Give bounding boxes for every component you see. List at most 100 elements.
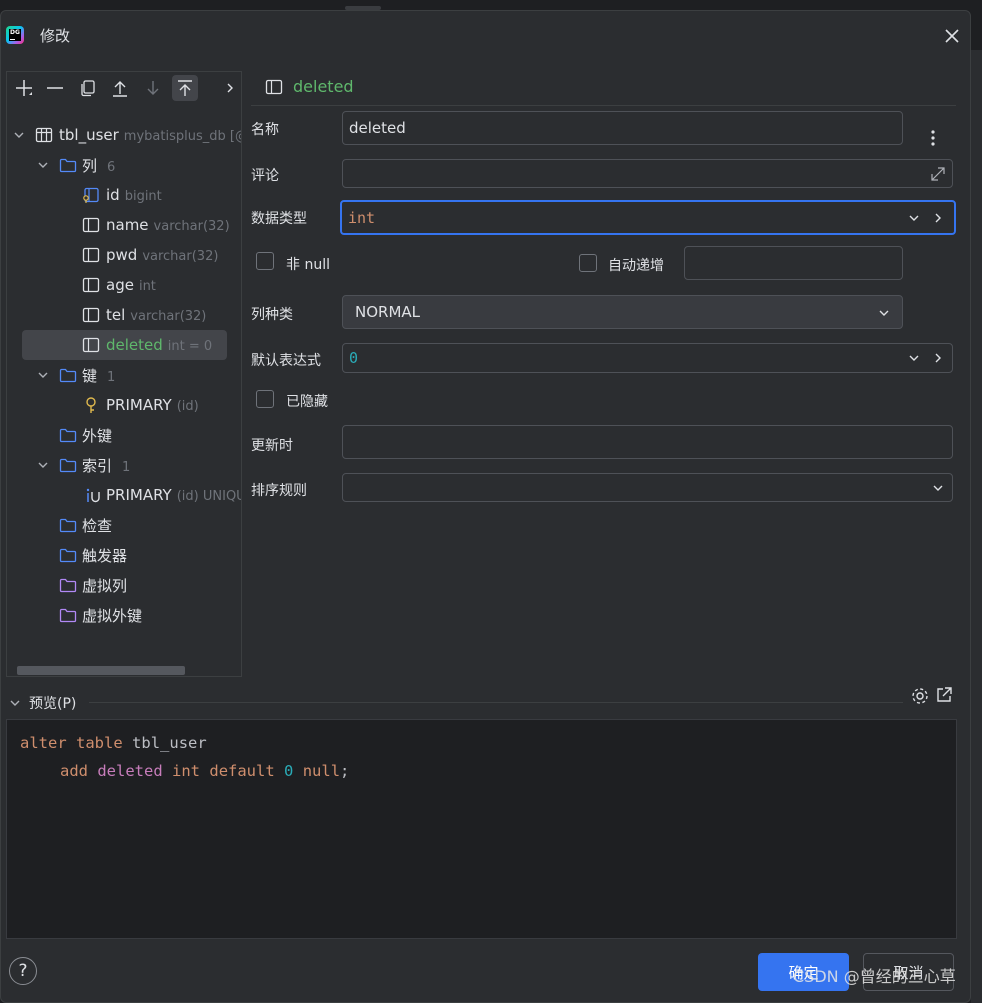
expand-icon[interactable] xyxy=(929,165,947,183)
column-icon xyxy=(82,307,100,323)
tree-item-indexes-folder[interactable]: 索引 1 xyxy=(7,450,241,480)
chevron-down-icon xyxy=(10,700,20,706)
tree-item-primary-index[interactable]: PRIMARY (id) UNIQU xyxy=(7,480,241,510)
not-null-checkbox[interactable] xyxy=(256,252,274,270)
move-top-button[interactable] xyxy=(172,75,198,101)
tree-item-virtual-columns-folder[interactable]: 虚拟列 xyxy=(7,570,241,600)
sql-keyword: default xyxy=(209,762,275,780)
folder-icon xyxy=(59,158,77,173)
sql-column-name: deleted xyxy=(97,762,163,780)
triggers-label: 触发器 xyxy=(82,546,128,565)
chevron-right-icon[interactable] xyxy=(932,212,944,224)
tree-item-column-id[interactable]: id bigint xyxy=(7,180,241,210)
auto-increment-label: 自动递增 xyxy=(608,258,664,274)
horizontal-scrollbar[interactable] xyxy=(17,666,185,675)
tree-item-checks-folder[interactable]: 检查 xyxy=(7,510,241,540)
default-expression-label: 默认表达式 xyxy=(251,353,321,369)
tree-item-column-pwd[interactable]: pwd varchar(32) xyxy=(7,240,241,270)
auto-increment-field[interactable] xyxy=(684,246,903,280)
plus-icon xyxy=(16,80,32,96)
tree-item-foreign-keys-folder[interactable]: 外键 xyxy=(7,420,241,450)
tree-item-column-age[interactable]: age int xyxy=(7,270,241,300)
tree-item-keys-folder[interactable]: 键1 xyxy=(7,360,241,390)
arrow-up-icon xyxy=(113,81,127,97)
unique-index-icon xyxy=(86,488,100,503)
virtual-foreign-keys-label: 虚拟外键 xyxy=(82,606,143,625)
collation-select[interactable] xyxy=(342,473,953,502)
tree-toolbar xyxy=(7,72,241,104)
tree-item-virtual-foreign-keys-folder[interactable]: 虚拟外键 xyxy=(7,600,241,630)
tree-item-triggers-folder[interactable]: 触发器 xyxy=(7,540,241,570)
chevron-down-icon xyxy=(38,372,48,378)
more-vertical-icon[interactable] xyxy=(931,129,935,147)
hidden-checkbox[interactable] xyxy=(256,390,274,408)
column-name: name xyxy=(106,216,149,234)
virtual-folder-icon xyxy=(59,608,77,623)
column-name: id xyxy=(106,186,120,204)
chevron-right-icon xyxy=(227,83,233,93)
close-icon[interactable] xyxy=(942,26,962,46)
columns-count: 6 xyxy=(107,159,116,175)
tree-item-primary-key[interactable]: PRIMARY (id) xyxy=(7,390,241,420)
chevron-right-icon[interactable] xyxy=(932,352,944,364)
key-icon xyxy=(86,397,96,413)
name-label: 名称 xyxy=(251,122,279,138)
tree-item-column-tel[interactable]: tel varchar(32) xyxy=(7,300,241,330)
sql-semicolon: ; xyxy=(340,762,350,780)
keys-count: 1 xyxy=(107,369,116,385)
folder-icon xyxy=(59,368,77,383)
name-field[interactable]: deleted xyxy=(342,111,903,145)
tree-item-column-deleted[interactable]: deleted int = 0 xyxy=(7,330,241,360)
tree-item-table[interactable]: tbl_user mybatisplus_db [@ xyxy=(7,120,241,150)
indexes-folder-label: 索引 xyxy=(82,456,113,475)
sql-preview[interactable]: alter table tbl_user add deleted int def… xyxy=(6,719,957,939)
datatype-label: 数据类型 xyxy=(251,211,307,227)
folder-icon xyxy=(59,458,77,473)
auto-increment-checkbox[interactable] xyxy=(579,254,597,272)
move-down-button[interactable] xyxy=(140,75,166,101)
chevron-down-icon xyxy=(38,462,48,468)
column-name: pwd xyxy=(106,246,138,264)
help-button[interactable]: ? xyxy=(9,957,37,985)
default-expression-value: 0 xyxy=(349,349,359,367)
background-window xyxy=(971,50,982,1003)
comment-field[interactable] xyxy=(342,159,953,188)
tree-item-columns-folder[interactable]: 列6 xyxy=(7,150,241,180)
gear-icon[interactable] xyxy=(910,686,930,706)
tree-item-column-name[interactable]: name varchar(32) xyxy=(7,210,241,240)
sql-line-2: add deleted int default 0 null; xyxy=(60,762,349,780)
open-external-icon[interactable] xyxy=(935,686,953,704)
copy-button[interactable] xyxy=(75,75,101,101)
minus-icon xyxy=(47,87,63,89)
sql-keyword: alter xyxy=(20,734,67,752)
column-name: deleted xyxy=(106,336,163,354)
indexes-count: 1 xyxy=(122,459,131,475)
primary-key-column-icon xyxy=(83,187,99,203)
column-kind-label: 列种类 xyxy=(251,307,293,323)
column-type: int xyxy=(138,279,156,294)
on-update-field[interactable] xyxy=(342,425,953,459)
table-icon xyxy=(35,127,53,143)
preview-divider xyxy=(89,702,903,703)
dialog-title: 修改 xyxy=(40,27,71,45)
preview-toggle[interactable]: 预览(P) xyxy=(9,693,76,713)
column-kind-value: NORMAL xyxy=(355,303,421,321)
key-name: PRIMARY xyxy=(106,396,172,414)
key-meta: (id) xyxy=(176,399,199,414)
sql-type: int xyxy=(172,762,201,780)
add-button[interactable] xyxy=(11,75,37,101)
default-expression-field[interactable]: 0 xyxy=(342,343,953,373)
preview-label: 预览(P) xyxy=(29,696,77,712)
chevron-down-icon[interactable] xyxy=(908,212,920,224)
remove-button[interactable] xyxy=(42,75,68,101)
folder-icon xyxy=(59,518,77,533)
move-up-button[interactable] xyxy=(107,75,133,101)
more-toolbar-button[interactable] xyxy=(217,75,241,101)
chevron-down-icon[interactable] xyxy=(908,352,920,364)
column-kind-select[interactable]: NORMAL xyxy=(342,295,903,329)
datatype-field[interactable]: int xyxy=(340,200,956,235)
not-null-label: 非 null xyxy=(286,257,330,273)
copy-icon xyxy=(81,80,95,97)
comment-label: 评论 xyxy=(251,168,279,184)
column-type: varchar(32) xyxy=(153,219,230,234)
